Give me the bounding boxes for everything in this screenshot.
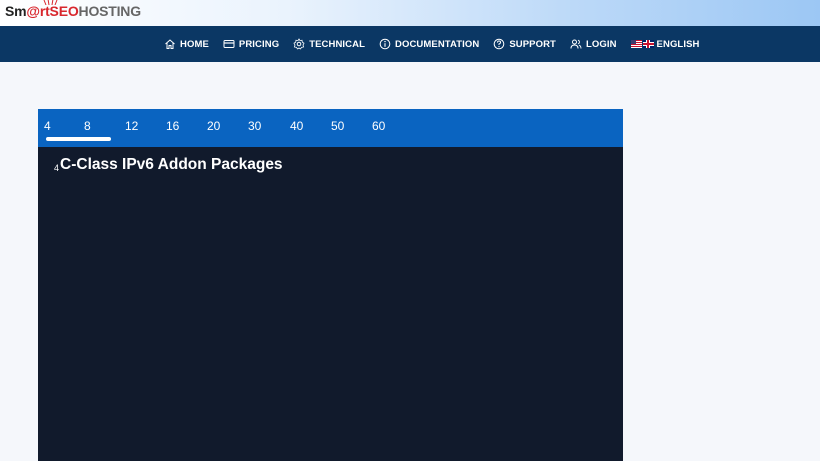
nav-technical[interactable]: TECHNICAL (293, 38, 365, 50)
nav-support[interactable]: SUPPORT (493, 38, 556, 50)
tab-50[interactable]: 50 (331, 119, 344, 133)
nav-support-label: SUPPORT (509, 38, 556, 50)
nav-technical-label: TECHNICAL (309, 38, 365, 50)
site-logo[interactable]: Sm @ rtSEO HOSTING (5, 0, 142, 23)
tab-30[interactable]: 30 (248, 119, 261, 133)
logo-text-hosting: HOSTING (78, 3, 142, 19)
tab-12[interactable]: 12 (125, 119, 138, 133)
info-icon (379, 38, 391, 50)
logo-text-rtseo: rtSEO (39, 3, 79, 19)
logo-text-at: @ (26, 0, 58, 19)
nav-pricing[interactable]: PRICING (223, 38, 279, 50)
package-tabs: 4 8 12 16 20 30 40 50 60 (38, 109, 623, 147)
nav-login-label: LOGIN (585, 38, 617, 50)
active-tab-indicator (46, 137, 111, 141)
main-nav: HOME PRICING TECHNICAL DOCUMENTATION SUP… (164, 26, 713, 62)
nav-login[interactable]: LOGIN (570, 38, 617, 50)
logo-rays-icon (43, 0, 58, 5)
nav-home-label: HOME (180, 38, 209, 50)
nav-pricing-label: PRICING (238, 38, 280, 50)
question-icon (493, 38, 505, 50)
package-title-text: C-Class IPv6 Addon Packages (60, 156, 283, 173)
package-panel: 4 8 12 16 20 30 40 50 60 4C-Class IPv6 A… (38, 109, 623, 461)
nav-home[interactable]: HOME (164, 38, 209, 50)
main-navbar: HOME PRICING TECHNICAL DOCUMENTATION SUP… (0, 26, 820, 62)
tab-40[interactable]: 40 (290, 119, 303, 133)
top-banner: Sm @ rtSEO HOSTING (0, 0, 820, 26)
tab-60[interactable]: 60 (372, 119, 385, 133)
tab-4[interactable]: 4 (44, 119, 51, 133)
nav-language[interactable]: ENGLISH (630, 38, 700, 50)
nav-documentation-label: DOCUMENTATION (395, 38, 480, 50)
tab-20[interactable]: 20 (207, 119, 220, 133)
tab-16[interactable]: 16 (166, 119, 179, 133)
tab-8[interactable]: 8 (84, 119, 91, 133)
nav-documentation[interactable]: DOCUMENTATION (379, 38, 479, 50)
package-count: 4 (54, 163, 60, 173)
nav-language-label: ENGLISH (656, 38, 700, 50)
home-icon (164, 38, 176, 50)
flag-icon (630, 40, 654, 48)
credit-card-icon (223, 38, 235, 50)
gear-icon (293, 38, 305, 50)
logo-text-sm: Sm (5, 3, 27, 19)
package-title: 4C-Class IPv6 Addon Packages (54, 156, 283, 174)
users-icon (570, 38, 582, 50)
